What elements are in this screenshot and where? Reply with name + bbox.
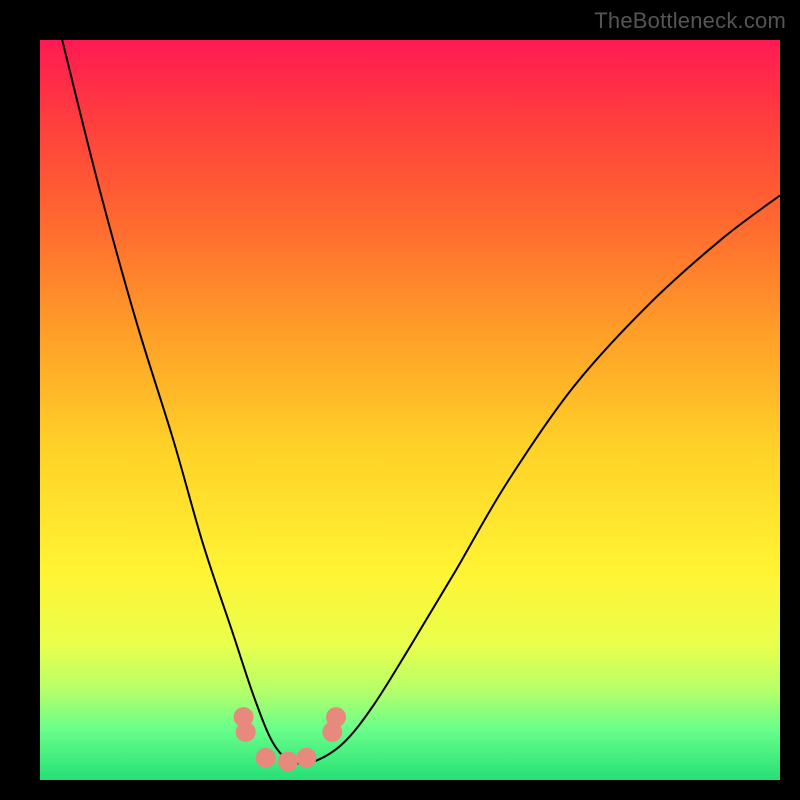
outer-frame: TheBottleneck.com xyxy=(0,0,800,800)
chart-svg xyxy=(40,40,780,780)
marker-point xyxy=(326,707,346,727)
marker-group xyxy=(234,707,347,771)
marker-point xyxy=(278,752,298,772)
marker-point xyxy=(256,748,276,768)
bottleneck-curve xyxy=(62,40,780,764)
marker-point xyxy=(296,748,316,768)
watermark-text: TheBottleneck.com xyxy=(594,8,786,34)
marker-point xyxy=(236,722,256,742)
plot-area xyxy=(40,40,780,780)
